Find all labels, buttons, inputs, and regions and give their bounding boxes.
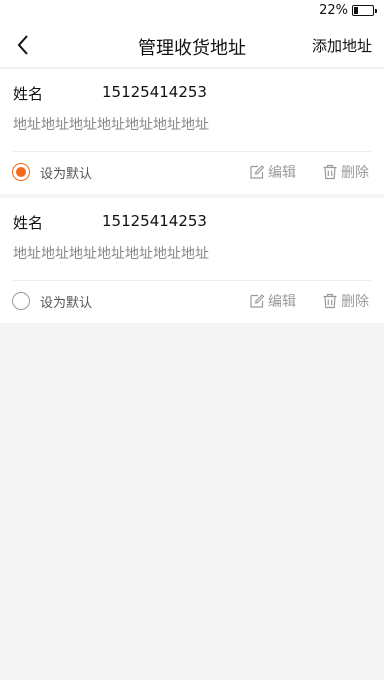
trash-icon [323,293,337,309]
divider [13,151,371,152]
address-card[interactable]: 姓名 15125414253 地址地址地址地址地址地址地址 设为默认 编辑 删除 [0,198,384,323]
edit-icon [250,165,265,179]
set-default-label: 设为默认 [40,166,93,182]
recipient-name: 姓名 [13,214,44,232]
radio-checked-icon[interactable] [12,163,30,181]
delete-label: 删除 [341,294,369,310]
address-text: 地址地址地址地址地址地址地址 [13,246,209,262]
set-default-label: 设为默认 [40,295,93,311]
set-default-toggle[interactable]: 设为默认 [12,161,92,183]
address-card[interactable]: 姓名 15125414253 地址地址地址地址地址地址地址 设为默认 编辑 删除 [0,69,384,194]
divider [13,280,371,281]
delete-label: 删除 [341,165,369,181]
delete-button[interactable]: 删除 [322,161,369,183]
recipient-phone: 15125414253 [102,83,207,101]
set-default-toggle[interactable]: 设为默认 [12,290,92,312]
add-address-button[interactable]: 添加地址 [312,35,372,56]
edit-label: 编辑 [268,294,296,310]
address-text: 地址地址地址地址地址地址地址 [13,117,209,133]
radio-unchecked-icon[interactable] [12,292,30,310]
edit-icon [250,294,265,308]
battery-icon [352,5,377,16]
edit-button[interactable]: 编辑 [249,161,296,183]
battery-percentage: 22% [319,3,348,18]
nav-bar: 管理收货地址 添加地址 [0,22,384,68]
delete-button[interactable]: 删除 [322,290,369,312]
edit-label: 编辑 [268,165,296,181]
trash-icon [323,164,337,180]
edit-button[interactable]: 编辑 [249,290,296,312]
status-bar: 22% [0,0,384,22]
recipient-name: 姓名 [13,85,44,103]
recipient-phone: 15125414253 [102,212,207,230]
